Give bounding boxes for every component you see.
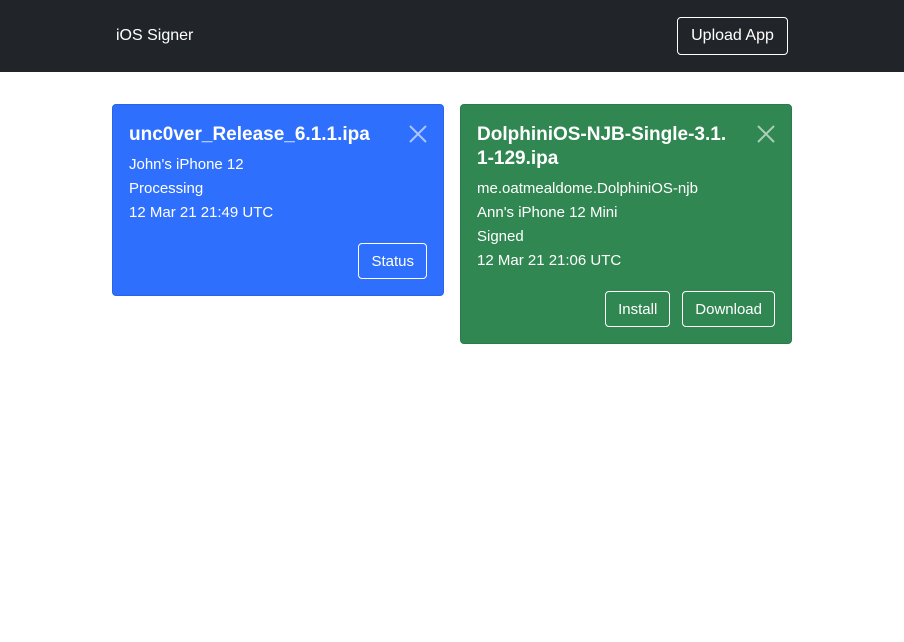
status-button[interactable]: Status <box>358 243 427 279</box>
job-timestamp: 12 Mar 21 21:49 UTC <box>129 204 274 221</box>
job-bundle-id: me.oatmealdome.DolphiniOS-njb <box>477 180 698 197</box>
job-timestamp: 12 Mar 21 21:06 UTC <box>477 252 622 269</box>
install-button[interactable]: Install <box>605 291 671 327</box>
job-title: unc0ver_Release_6.1.1.ipa <box>129 124 370 145</box>
close-icon[interactable] <box>409 125 427 143</box>
upload-app-button[interactable]: Upload App <box>677 17 788 55</box>
job-device: John's iPhone 12 <box>129 156 244 173</box>
job-card-signed: DolphiniOS-NJB-Single-3.1.1-129.ipa me.o… <box>460 104 792 344</box>
job-device: Ann's iPhone 12 Mini <box>477 204 618 221</box>
job-status: Signed <box>477 228 524 245</box>
job-actions: Status <box>358 243 427 279</box>
brand-title[interactable]: iOS Signer <box>116 26 193 46</box>
job-card-processing: unc0ver_Release_6.1.1.ipa John's iPhone … <box>112 104 444 296</box>
job-actions: Install Download <box>605 291 775 327</box>
download-button[interactable]: Download <box>682 291 775 327</box>
close-icon[interactable] <box>757 125 775 143</box>
job-status: Processing <box>129 180 204 197</box>
job-title: DolphiniOS-NJB-Single-3.1.1-129.ipa <box>477 124 727 169</box>
navbar: iOS Signer Upload App <box>0 0 904 72</box>
